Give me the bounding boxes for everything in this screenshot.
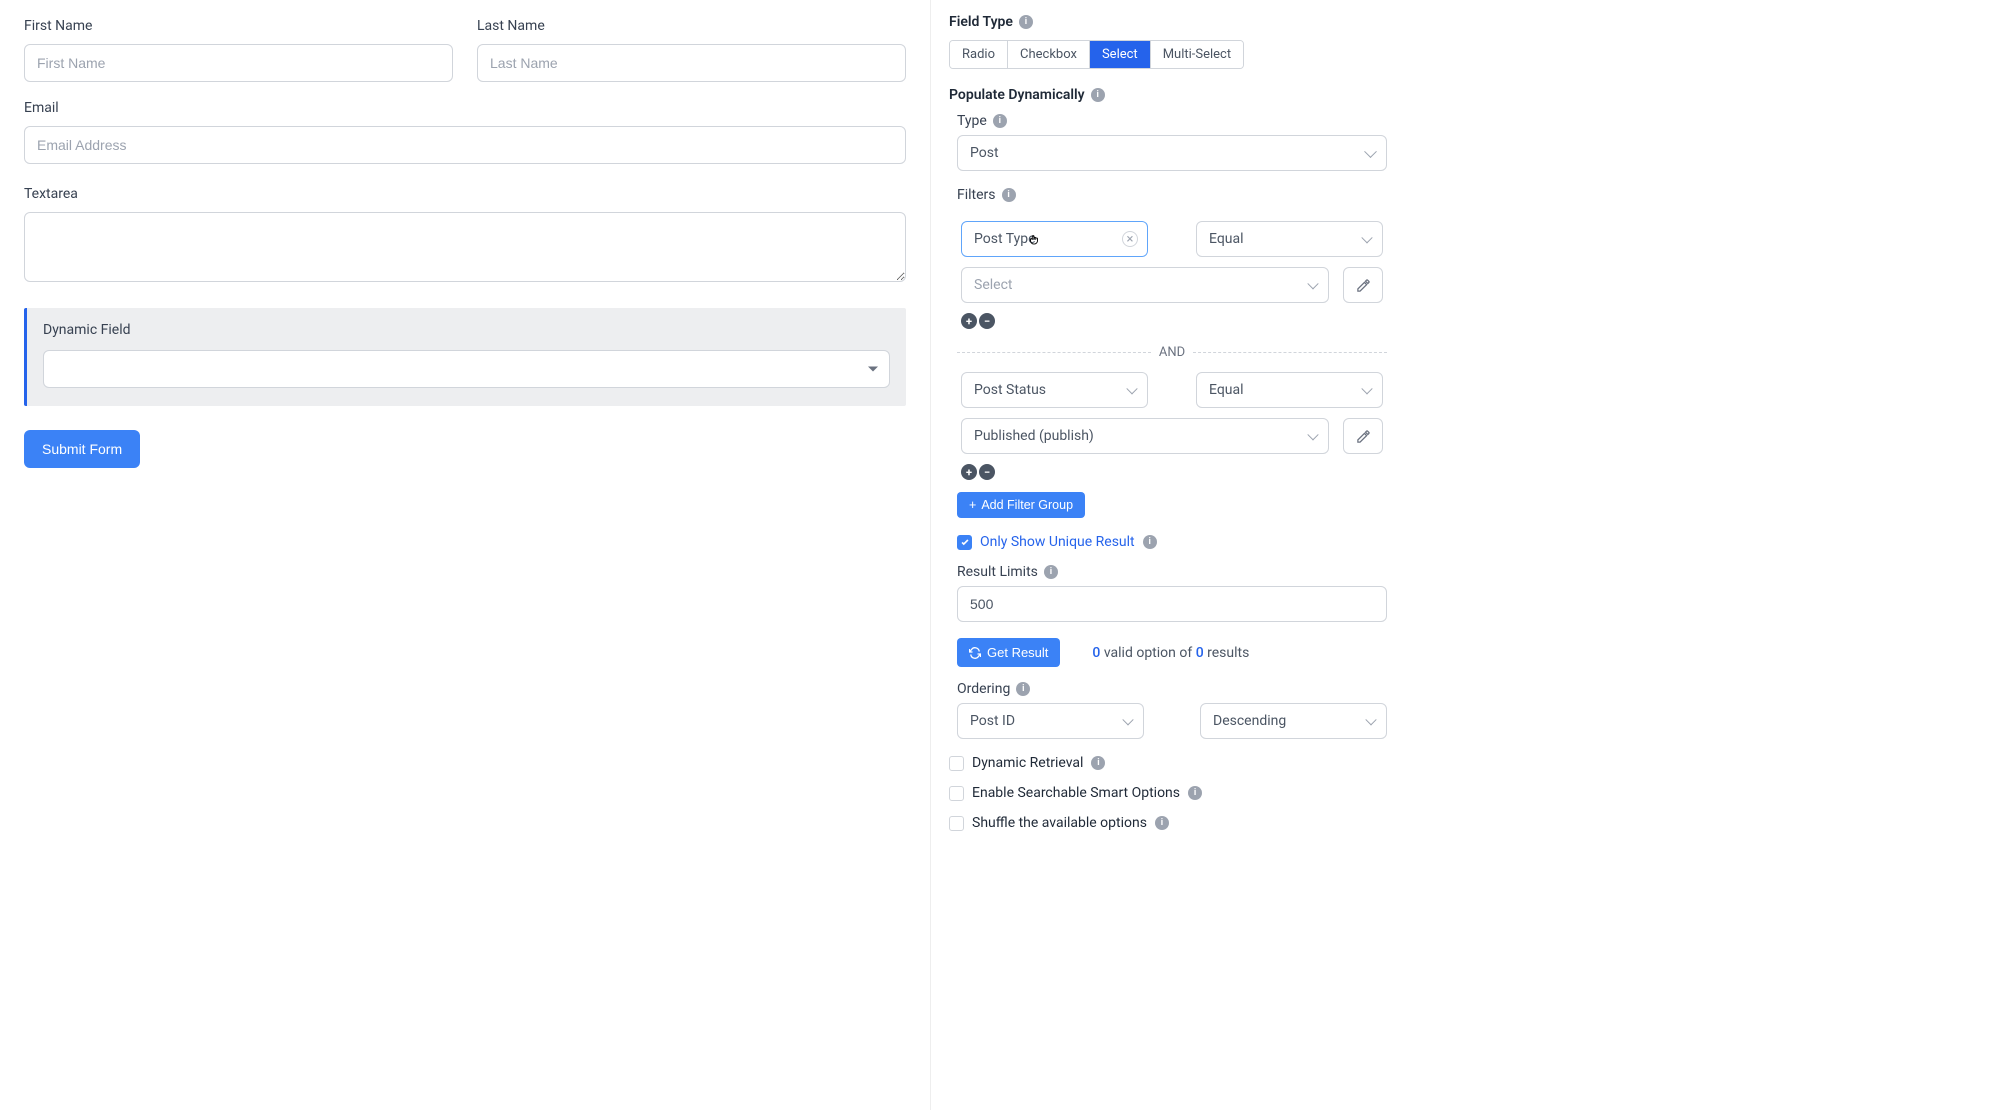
unique-result-checkbox[interactable] <box>957 535 972 550</box>
result-limits-label: Result Limits i <box>957 564 1387 580</box>
first-name-input[interactable] <box>24 44 453 82</box>
type-label: Type i <box>957 113 1387 129</box>
unique-result-label: Only Show Unique Result <box>980 534 1135 550</box>
first-name-label: First Name <box>24 18 453 34</box>
textarea-input[interactable] <box>24 212 906 282</box>
filter2-operator-select[interactable]: Equal <box>1196 372 1383 408</box>
ordering-direction-select[interactable]: Descending <box>1200 703 1387 739</box>
ordering-field-select[interactable]: Post ID <box>957 703 1144 739</box>
last-name-label: Last Name <box>477 18 906 34</box>
ordering-label: Ordering i <box>957 681 1387 697</box>
populate-dynamically-header: Populate Dynamically i <box>949 87 1387 103</box>
filter2-value-select[interactable]: Published (publish) <box>961 418 1329 454</box>
info-icon[interactable]: i <box>1188 786 1202 800</box>
shuffle-options-label: Shuffle the available options <box>972 815 1147 831</box>
field-type-tabs: Radio Checkbox Select Multi-Select <box>949 40 1244 69</box>
result-limits-input[interactable] <box>957 586 1387 622</box>
tab-checkbox[interactable]: Checkbox <box>1008 41 1090 68</box>
filter2-field-select[interactable]: Post Status <box>961 372 1148 408</box>
settings-panel: Field Type i Radio Checkbox Select Multi… <box>930 0 1405 1110</box>
filter1-operator-select[interactable]: Equal <box>1196 221 1383 257</box>
info-icon[interactable]: i <box>1091 88 1105 102</box>
pencil-icon <box>1356 278 1371 293</box>
dynamic-retrieval-checkbox[interactable] <box>949 756 964 771</box>
last-name-input[interactable] <box>477 44 906 82</box>
field-type-header: Field Type i <box>949 14 1387 30</box>
info-icon[interactable]: i <box>1155 816 1169 830</box>
get-result-button[interactable]: Get Result <box>957 638 1060 667</box>
filters-label: Filters i <box>957 187 1387 203</box>
check-icon <box>960 537 970 547</box>
info-icon[interactable]: i <box>1091 756 1105 770</box>
enable-searchable-checkbox[interactable] <box>949 786 964 801</box>
add-filter-group-button[interactable]: + Add Filter Group <box>957 492 1085 518</box>
remove-filter-button[interactable]: − <box>979 313 995 329</box>
email-input[interactable] <box>24 126 906 164</box>
shuffle-options-checkbox[interactable] <box>949 816 964 831</box>
pencil-icon <box>1356 429 1371 444</box>
edit-filter-button[interactable] <box>1343 267 1383 303</box>
info-icon[interactable]: i <box>1143 535 1157 549</box>
textarea-label: Textarea <box>24 186 906 202</box>
email-label: Email <box>24 100 906 116</box>
enable-searchable-label: Enable Searchable Smart Options <box>972 785 1180 801</box>
info-icon[interactable]: i <box>993 114 1007 128</box>
tab-radio[interactable]: Radio <box>950 41 1008 68</box>
add-and-filter-button[interactable]: + <box>961 464 977 480</box>
edit-filter-button[interactable] <box>1343 418 1383 454</box>
and-divider: AND <box>957 345 1387 360</box>
form-preview-pane: First Name Last Name Email Textarea Dyna… <box>0 0 930 1110</box>
dynamic-field-block[interactable]: Dynamic Field <box>24 308 906 406</box>
refresh-icon <box>969 647 981 659</box>
tab-multi-select[interactable]: Multi-Select <box>1151 41 1243 68</box>
info-icon[interactable]: i <box>1016 682 1030 696</box>
submit-form-button[interactable]: Submit Form <box>24 430 140 468</box>
plus-icon: + <box>969 498 976 512</box>
dynamic-retrieval-label: Dynamic Retrieval <box>972 755 1083 771</box>
clear-icon[interactable]: × <box>1122 231 1138 247</box>
add-and-filter-button[interactable]: + <box>961 313 977 329</box>
info-icon[interactable]: i <box>1019 15 1033 29</box>
result-count-text: 0 valid option of 0 results <box>1092 645 1249 661</box>
info-icon[interactable]: i <box>1044 565 1058 579</box>
dynamic-field-select[interactable] <box>43 350 890 388</box>
info-icon[interactable]: i <box>1002 188 1016 202</box>
dynamic-field-label: Dynamic Field <box>43 322 890 338</box>
tab-select[interactable]: Select <box>1090 41 1151 68</box>
filter1-value-select[interactable]: Select <box>961 267 1329 303</box>
type-select[interactable]: Post <box>957 135 1387 171</box>
remove-filter-button[interactable]: − <box>979 464 995 480</box>
filter1-field-select[interactable]: Post Type <box>961 221 1148 257</box>
